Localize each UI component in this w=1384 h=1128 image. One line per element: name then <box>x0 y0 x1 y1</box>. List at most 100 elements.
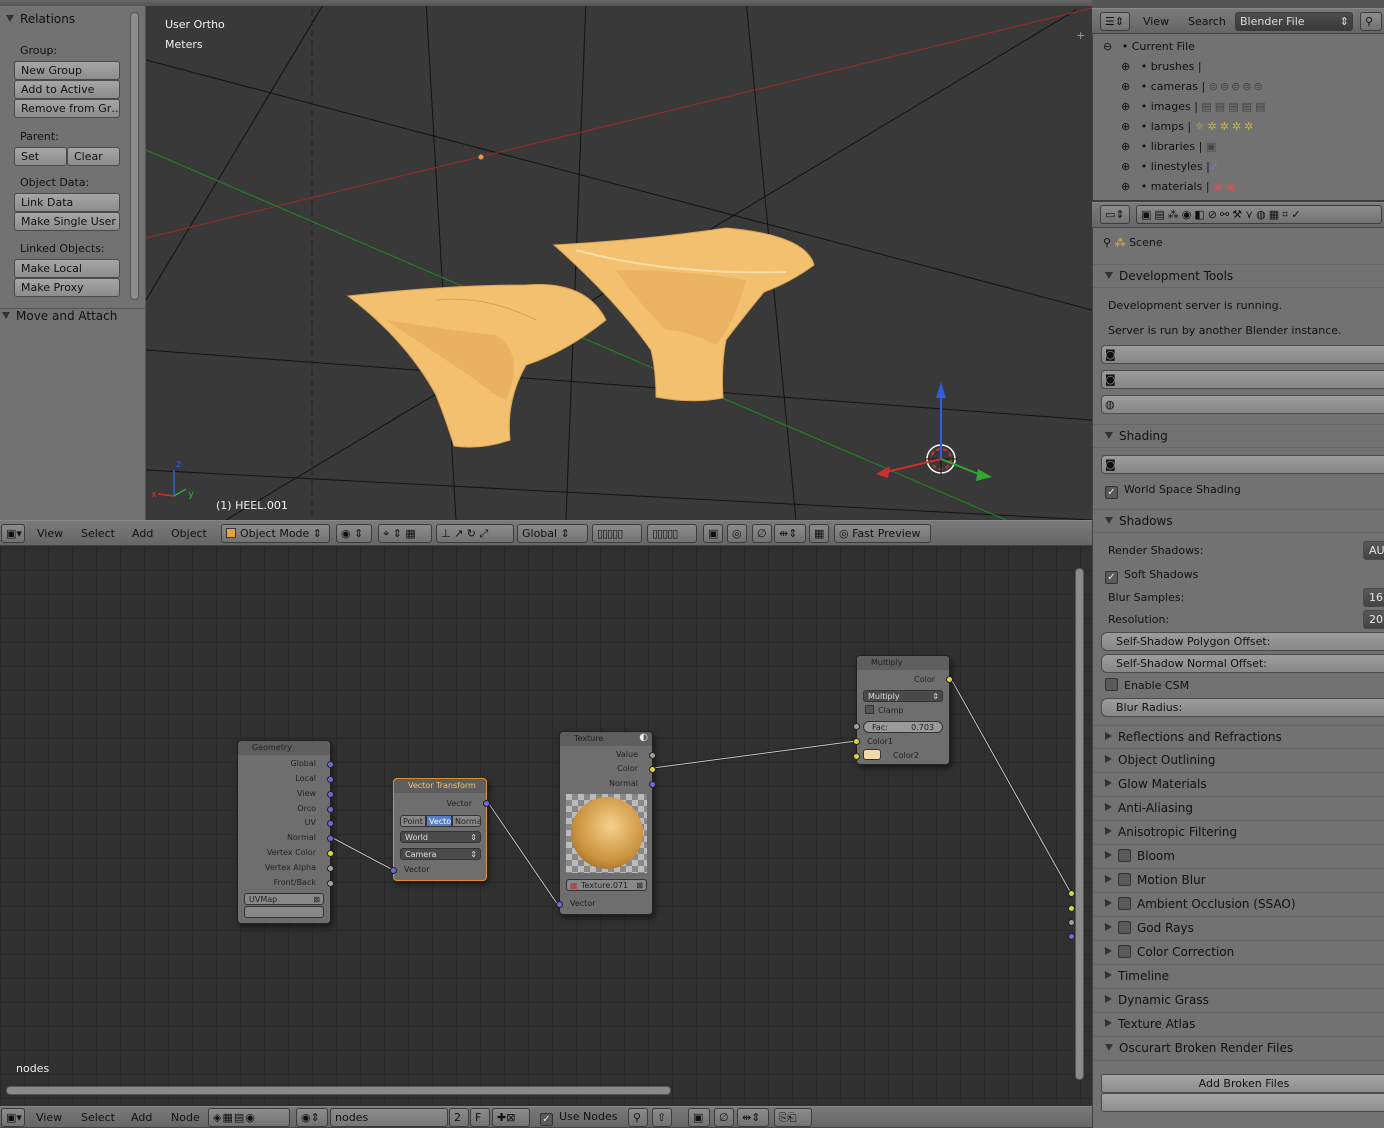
section-broken-render[interactable]: Oscurart Broken Render Files <box>1093 1037 1384 1061</box>
make-local-button[interactable]: Make Local <box>14 259 120 278</box>
socket[interactable] <box>390 867 397 874</box>
new-unlink-icons[interactable]: ✚⊠ <box>492 1108 530 1127</box>
socket[interactable] <box>327 835 334 842</box>
socket[interactable] <box>327 791 334 798</box>
socket[interactable] <box>649 766 656 773</box>
menu-select[interactable]: Select <box>81 1111 115 1124</box>
close-icon[interactable]: ⊠ <box>313 894 320 904</box>
snap-icon[interactable]: ∅ <box>714 1108 734 1127</box>
uvmap-field[interactable]: UVMap ⊠ <box>244 893 324 905</box>
section-anisotropic-filtering[interactable]: Anisotropic Filtering <box>1093 821 1384 845</box>
socket[interactable] <box>1068 933 1075 940</box>
render-shadows-select[interactable]: AU <box>1363 541 1384 560</box>
editor-type-icon[interactable]: ☰⇕ <box>1100 12 1130 31</box>
socket[interactable] <box>853 738 860 745</box>
broken-files-empty-button[interactable] <box>1101 1093 1384 1112</box>
socket[interactable] <box>327 806 334 813</box>
fake-user-button[interactable]: F <box>470 1108 490 1127</box>
section-glow-materials[interactable]: Glow Materials <box>1093 773 1384 797</box>
section-timeline[interactable]: Timeline <box>1093 965 1384 989</box>
editor-type-icon[interactable]: ▣▾ <box>1 1108 25 1127</box>
convert-to-select[interactable]: Camera ⇕ <box>400 848 481 860</box>
viewport-shading-select[interactable]: ◉ ⇕ <box>336 524 372 543</box>
type-normal-button[interactable]: Normal <box>452 815 481 827</box>
socket[interactable] <box>649 752 656 759</box>
parent-clear-button[interactable]: Clear <box>67 147 120 166</box>
3d-viewport[interactable]: z x y User Ortho Meters (1) HEEL.001 + <box>146 0 1092 520</box>
section-ssao[interactable]: Ambient Occlusion (SSAO) <box>1093 893 1384 917</box>
backdrop-icon[interactable]: ▣ <box>688 1108 710 1127</box>
socket[interactable] <box>327 850 334 857</box>
socket[interactable] <box>1068 905 1075 912</box>
menu-view[interactable]: View <box>37 527 63 540</box>
socket[interactable] <box>327 820 334 827</box>
section-bloom[interactable]: Bloom <box>1093 845 1384 869</box>
socket[interactable] <box>946 676 953 683</box>
soft-shadows-checkbox[interactable]: ✓ Soft Shadows <box>1105 568 1198 584</box>
resolution-field[interactable]: 20 <box>1363 610 1384 629</box>
self-shadow-polygon-offset-field[interactable]: Self-Shadow Polygon Offset: <box>1101 632 1384 651</box>
vector-transform-node[interactable]: Vector Transform Vector Point Vector Nor… <box>390 778 490 881</box>
collapse-icon[interactable]: ⊖ <box>1103 40 1112 53</box>
section-god-rays[interactable]: God Rays <box>1093 917 1384 941</box>
node-editor-vertical-scrollbar[interactable] <box>1075 568 1084 1080</box>
section-object-outlining[interactable]: Object Outlining <box>1093 749 1384 773</box>
outliner-item-images[interactable]: ⊕ • images | ▤▤▤▤▤ <box>1121 100 1268 113</box>
fast-preview-button[interactable]: ◎ Fast Preview <box>834 524 931 543</box>
add-to-active-button[interactable]: Add to Active <box>14 80 120 99</box>
shading-header[interactable]: Shading <box>1093 424 1384 448</box>
vertex-color-field[interactable] <box>244 906 324 918</box>
copy-paste-icons[interactable]: ⎘⎗ <box>774 1108 812 1127</box>
close-icon[interactable]: ⊠ <box>636 880 643 890</box>
pivot-point-select[interactable]: ⌖ ⇕ ▦ <box>378 524 432 543</box>
socket[interactable] <box>1068 919 1075 926</box>
multiply-node[interactable]: Multiply Color Multiply ⇕ Clamp Fac: 0.703… <box>853 655 953 765</box>
self-shadow-normal-offset-field[interactable]: Self-Shadow Normal Offset: <box>1101 654 1384 673</box>
socket[interactable] <box>483 800 490 807</box>
geometry-node-header[interactable]: Geometry <box>238 741 330 755</box>
blur-radius-field[interactable]: Blur Radius: <box>1101 698 1384 717</box>
texture-node-header[interactable]: Texture ◐ <box>560 732 652 746</box>
manipulator-toggles[interactable]: ⊥ ↗ ↻ ⤢ <box>436 524 514 543</box>
texture-datablock-field[interactable]: ▦ Texture.071 ⊠ <box>566 879 647 891</box>
geometry-node[interactable]: Geometry Global Local View Orco UV Norma… <box>237 740 334 924</box>
section-color-correction[interactable]: Color Correction <box>1093 941 1384 965</box>
use-nodes-checkbox[interactable]: ✓ Use Nodes <box>540 1110 618 1126</box>
blend-type-select[interactable]: Multiply ⇕ <box>863 690 943 702</box>
users-count[interactable]: 2 <box>449 1108 469 1127</box>
dev-button-3[interactable]: ◍ <box>1101 395 1384 414</box>
move-attach-panel-header[interactable]: Move and Attach <box>0 308 146 323</box>
pin-icon[interactable]: ⚲ <box>628 1108 648 1127</box>
make-proxy-button[interactable]: Make Proxy <box>14 278 120 297</box>
vector-transform-header[interactable]: Vector Transform <box>394 779 486 793</box>
node-preview-icon[interactable]: ◐ <box>639 732 648 743</box>
properties-context-tabs[interactable]: ▣▤⁂◉◧⊘⚯⚒⋎◍▦⌗✓ <box>1136 205 1382 224</box>
material-browse-icon[interactable]: ◉⇕ <box>296 1108 328 1127</box>
outliner[interactable]: ⊖ • Current File ⊕ • brushes | ⊕ • camer… <box>1092 8 1384 200</box>
relations-panel-header[interactable]: Relations <box>6 12 75 26</box>
section-dynamic-grass[interactable]: Dynamic Grass <box>1093 989 1384 1013</box>
current-file-item[interactable]: ⊖ • Current File <box>1103 40 1195 53</box>
parent-set-button[interactable]: Set <box>14 147 67 166</box>
remove-from-group-button[interactable]: Remove from Gr… <box>14 99 120 118</box>
fac-slider[interactable]: Fac: 0.703 <box>863 721 943 733</box>
menu-object[interactable]: Object <box>171 527 207 540</box>
search-icon[interactable]: ⚲ <box>1360 12 1382 31</box>
mode-select[interactable]: Object Mode ⇕ <box>221 524 330 543</box>
node-editor-horizontal-scrollbar[interactable] <box>6 1086 671 1095</box>
socket[interactable] <box>649 781 656 788</box>
layer-buttons-2[interactable]: ▯▯▯▯▯ <box>647 524 697 543</box>
outliner-item-brushes[interactable]: ⊕ • brushes | <box>1121 60 1202 73</box>
opengl-render-icon[interactable]: ▦ <box>809 524 829 543</box>
region-expand-icon[interactable]: + <box>1076 30 1088 42</box>
world-space-shading-checkbox[interactable]: ✓ World Space Shading <box>1105 483 1241 499</box>
snap-element-select[interactable]: ⇹⇕ <box>737 1108 769 1127</box>
dev-button-2[interactable]: ◙ <box>1101 370 1384 389</box>
color2-swatch[interactable] <box>863 749 881 760</box>
texture-node[interactable]: Texture ◐ Value Color Normal ▦ Texture.071… <box>556 731 656 915</box>
socket[interactable] <box>1068 890 1075 897</box>
go-parent-icon[interactable]: ⇧ <box>652 1108 672 1127</box>
section-texture-atlas[interactable]: Texture Atlas <box>1093 1013 1384 1037</box>
add-broken-files-button[interactable]: Add Broken Files <box>1101 1074 1384 1093</box>
node-tree-name-field[interactable]: nodes <box>330 1108 448 1127</box>
